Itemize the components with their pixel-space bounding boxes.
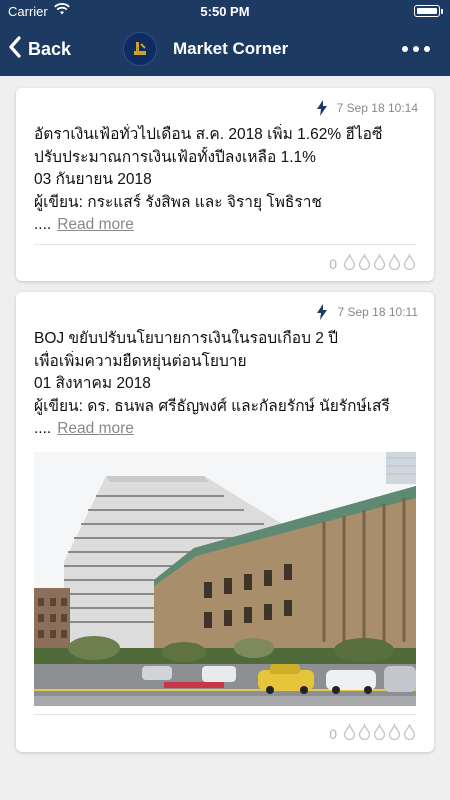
water-drop-icon bbox=[373, 723, 386, 743]
water-drop-icon bbox=[373, 253, 386, 273]
more-dot bbox=[424, 46, 430, 52]
more-options-button[interactable] bbox=[402, 39, 430, 59]
ellipsis: .... bbox=[34, 420, 52, 437]
battery-icon bbox=[414, 5, 443, 17]
back-button[interactable]: Back bbox=[8, 35, 71, 63]
article-date: 03 กันยายน 2018 bbox=[34, 171, 152, 188]
article-timestamp: 7 Sep 18 10:11 bbox=[337, 305, 418, 319]
article-text: อัตราเงินเฟ้อทั่วไปเดือน ส.ค. 2018 เพิ่ม… bbox=[34, 124, 422, 237]
lightning-icon bbox=[317, 304, 328, 320]
article-card[interactable]: 7 Sep 18 10:11 BOJ ขยับปรับนโยบายการเงิน… bbox=[16, 292, 434, 752]
article-headline: BOJ ขยับปรับนโยบายการเงินในรอบเกือบ 2 ปี bbox=[34, 330, 339, 347]
scb-logo-icon bbox=[123, 32, 157, 66]
read-more-row: .... Read more bbox=[34, 418, 422, 441]
read-more-row: .... Read more bbox=[34, 214, 422, 237]
like-count: 0 bbox=[329, 725, 337, 742]
more-dot bbox=[413, 46, 419, 52]
article-headline-cont: เพื่อเพิ่มความยืดหยุ่นต่อนโยบาย bbox=[34, 352, 247, 370]
read-more-link[interactable]: Read more bbox=[57, 420, 134, 437]
card-divider bbox=[34, 244, 416, 245]
article-author: ผู้เขียน: ดร. ธนพล ศรีธัญพงศ์ และกัลยรัก… bbox=[34, 397, 390, 415]
clock: 5:50 PM bbox=[200, 4, 250, 19]
ellipsis: .... bbox=[34, 216, 52, 233]
article-date: 01 สิงหาคม 2018 bbox=[34, 375, 151, 392]
water-drop-icon bbox=[358, 723, 371, 743]
navigation-bar: Back Market Corner bbox=[0, 22, 450, 76]
like-rating[interactable]: 0 bbox=[329, 253, 416, 273]
article-meta: 7 Sep 18 10:11 bbox=[317, 304, 418, 320]
article-meta: 7 Sep 18 10:14 bbox=[316, 100, 418, 116]
card-divider bbox=[34, 714, 416, 715]
article-card[interactable]: 7 Sep 18 10:14 อัตราเงินเฟ้อทั่วไปเดือน … bbox=[16, 88, 434, 281]
water-drop-icon bbox=[388, 253, 401, 273]
water-drop-icon bbox=[343, 253, 356, 273]
lightning-icon bbox=[316, 100, 327, 116]
page-title: Market Corner bbox=[173, 39, 289, 58]
back-label: Back bbox=[28, 38, 72, 59]
status-bar: Carrier 5:50 PM bbox=[0, 0, 450, 22]
water-drop-icon bbox=[358, 253, 371, 273]
read-more-link[interactable]: Read more bbox=[57, 216, 134, 233]
article-timestamp: 7 Sep 18 10:14 bbox=[336, 101, 418, 115]
article-photo[interactable] bbox=[34, 452, 416, 706]
water-drop-icon bbox=[403, 253, 416, 273]
water-drop-icon bbox=[403, 723, 416, 743]
chevron-left-icon bbox=[8, 35, 22, 63]
water-drop-icon bbox=[343, 723, 356, 743]
water-drop-icon bbox=[388, 723, 401, 743]
article-headline: อัตราเงินเฟ้อทั่วไปเดือน ส.ค. 2018 เพิ่ม… bbox=[34, 126, 383, 143]
like-rating[interactable]: 0 bbox=[329, 723, 416, 743]
article-headline-cont: ปรับประมาณการเงินเฟ้อทั้งปีลงเหลือ 1.1% bbox=[34, 148, 316, 166]
article-author: ผู้เขียน: กระแสร์ รังสิพล และ จิรายุ โพธ… bbox=[34, 193, 322, 211]
article-text: BOJ ขยับปรับนโยบายการเงินในรอบเกือบ 2 ปี… bbox=[34, 328, 422, 441]
more-dot bbox=[402, 46, 408, 52]
like-count: 0 bbox=[329, 255, 337, 272]
